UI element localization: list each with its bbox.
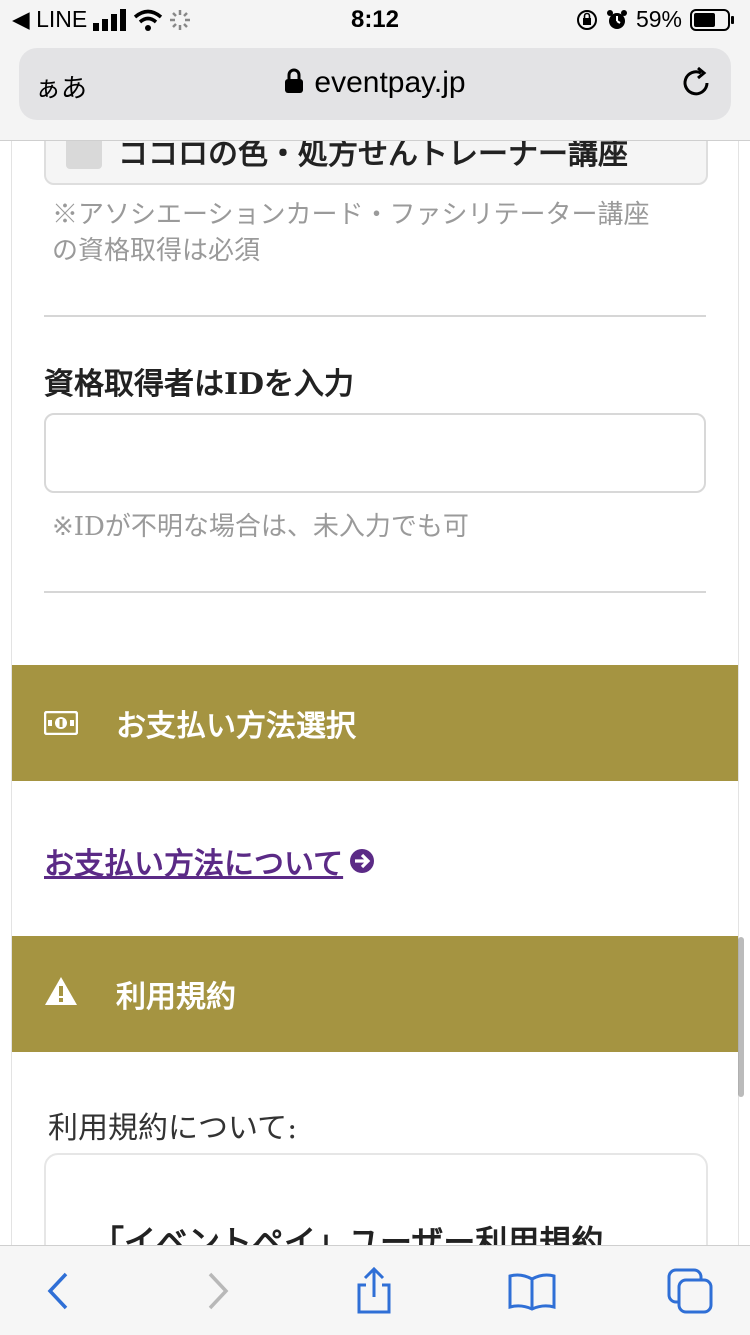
terms-box-title: 「イベントペイ」ユーザー利用規約 — [92, 1223, 604, 1245]
chevron-right-icon — [208, 1272, 229, 1310]
address-bar[interactable]: ぁあ eventpay.jp — [19, 48, 731, 120]
tabs-button[interactable] — [660, 1266, 720, 1316]
terms-section-title: 利用規約 — [116, 980, 236, 1015]
certification-note: ※アソシエーションカード・ファシリテーター講座 の資格取得は必須 — [52, 200, 650, 266]
battery-percentage: 59% — [635, 6, 682, 32]
battery-icon — [690, 8, 734, 31]
chevron-left-icon — [47, 1272, 68, 1310]
browser-address-area: ぁあ eventpay.jp — [0, 40, 750, 141]
url-text: eventpay.jp — [314, 66, 466, 99]
scroll-indicator — [738, 937, 744, 1097]
course-option-label: ココロの色・処方せんトレーナー講座 — [118, 141, 628, 172]
id-input[interactable] — [44, 413, 706, 493]
id-field-label: 資格取得者はIDを入力 — [44, 367, 355, 402]
bookmarks-button[interactable] — [502, 1266, 562, 1316]
id-note: ※IDが不明な場合は、未入力でも可 — [52, 512, 469, 542]
page-content: ココロの色・処方せんトレーナー講座 ※アソシエーションカード・ファシリテーター講… — [0, 141, 750, 1245]
orientation-lock-icon — [576, 9, 597, 30]
warning-icon — [45, 977, 77, 1005]
reload-icon[interactable] — [679, 66, 713, 100]
share-icon — [357, 1267, 391, 1314]
terms-section-header: 利用規約 — [12, 936, 738, 1052]
status-right: 59% — [576, 6, 736, 33]
arrow-circle-right-icon — [350, 849, 375, 873]
tabs-icon — [667, 1268, 713, 1314]
payment-method-link-label: お支払い方法について — [44, 847, 344, 882]
course-option-row[interactable]: ココロの色・処方せんトレーナー講座 — [44, 141, 708, 185]
course-checkbox[interactable] — [66, 141, 102, 169]
back-button[interactable] — [28, 1266, 88, 1316]
lock-icon — [285, 68, 304, 93]
book-icon — [508, 1273, 556, 1311]
browser-toolbar — [0, 1245, 750, 1335]
status-bar: ◀ LINE 8:12 59% — [0, 0, 750, 40]
url-display[interactable]: eventpay.jp — [19, 66, 731, 100]
payment-method-link[interactable]: お支払い方法について — [44, 839, 375, 883]
terms-about-label: 利用規約について: — [48, 1111, 298, 1146]
divider — [44, 591, 706, 593]
payment-section-header: お支払い方法選択 — [12, 665, 738, 781]
alarm-icon — [606, 9, 627, 29]
money-bill-icon — [44, 711, 78, 735]
terms-box[interactable]: 「イベントペイ」ユーザー利用規約 — [44, 1153, 708, 1245]
payment-section-title: お支払い方法選択 — [116, 709, 356, 744]
divider — [44, 315, 706, 317]
forward-button[interactable] — [188, 1266, 248, 1316]
share-button[interactable] — [344, 1266, 404, 1316]
